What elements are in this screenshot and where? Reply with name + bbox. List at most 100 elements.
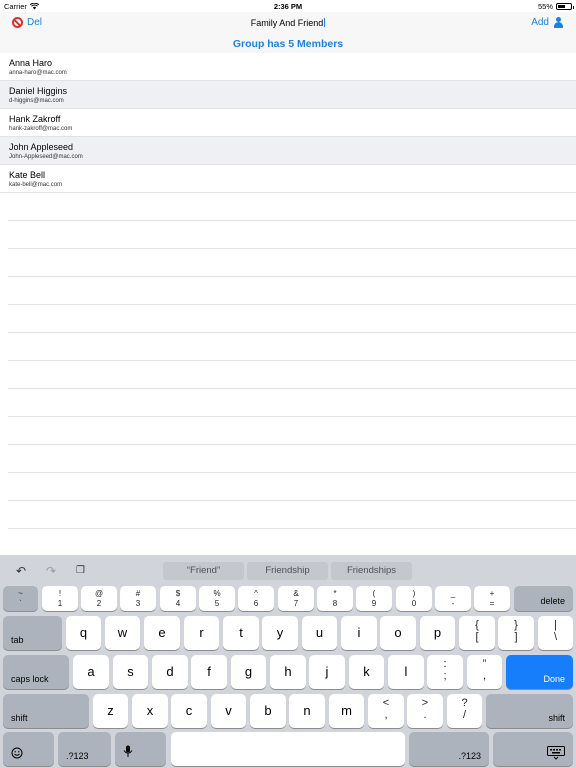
- done-key[interactable]: Done: [506, 655, 573, 689]
- key-a[interactable]: a: [73, 655, 109, 689]
- key-f[interactable]: f: [191, 655, 227, 689]
- numbers-key-left[interactable]: .?123: [58, 732, 111, 766]
- key-9[interactable]: (9: [356, 586, 392, 611]
- suggestion-1[interactable]: “Friend”: [163, 562, 244, 580]
- member-email: kate-bell@mac.com: [9, 182, 63, 188]
- battery-indicator: 55%: [537, 2, 574, 11]
- key-comma[interactable]: <,: [368, 694, 404, 728]
- delete-key[interactable]: delete: [514, 586, 573, 611]
- key-x[interactable]: x: [132, 694, 168, 728]
- member-name: Kate Bell: [9, 170, 46, 180]
- add-label: Add: [531, 17, 549, 28]
- key-quote[interactable]: ”,: [467, 655, 502, 689]
- key-k[interactable]: k: [349, 655, 384, 689]
- member-list[interactable]: Anna Haro anna-haro@mac.com Daniel Higgi…: [0, 53, 576, 553]
- undo-icon[interactable]: ↶: [16, 564, 26, 578]
- status-bar: Carrier 2:36 PM 55%: [0, 0, 576, 12]
- key-r[interactable]: r: [184, 616, 219, 650]
- key-d[interactable]: d: [152, 655, 188, 689]
- list-item[interactable]: John Appleseed John-Appleseed@mac.com: [0, 137, 576, 165]
- key-minus[interactable]: _ -: [435, 586, 471, 611]
- empty-row: [8, 221, 576, 249]
- key-s[interactable]: s: [113, 655, 148, 689]
- key-4[interactable]: $4: [160, 586, 196, 611]
- key-6[interactable]: ^ 6: [238, 586, 274, 611]
- key-b[interactable]: b: [250, 694, 286, 728]
- add-member-button[interactable]: Add: [531, 17, 564, 28]
- key-right-brace[interactable]: }]: [498, 616, 534, 650]
- dictation-key[interactable]: [115, 732, 166, 766]
- keyboard-dismiss-icon: [547, 746, 565, 760]
- key-u[interactable]: u: [302, 616, 337, 650]
- microphone-icon: [123, 745, 133, 757]
- key-backtick[interactable]: ~ `: [3, 586, 38, 611]
- emoji-key[interactable]: [3, 732, 54, 766]
- list-item[interactable]: Anna Haro anna-haro@mac.com: [0, 53, 576, 81]
- key-2[interactable]: @2: [81, 586, 117, 611]
- list-item[interactable]: Kate Bell kate-bell@mac.com: [0, 165, 576, 193]
- key-j[interactable]: j: [309, 655, 345, 689]
- suggestion-2[interactable]: Friendship: [247, 562, 328, 580]
- key-z[interactable]: z: [93, 694, 128, 728]
- empty-row: [8, 473, 576, 501]
- member-name: Hank Zakroff: [9, 114, 61, 124]
- key-e[interactable]: e: [144, 616, 180, 650]
- key-c[interactable]: c: [171, 694, 207, 728]
- left-shift-key[interactable]: shift: [3, 694, 89, 728]
- redo-icon[interactable]: ↷: [46, 564, 56, 578]
- key-t[interactable]: t: [223, 616, 259, 650]
- tab-key[interactable]: tab: [3, 616, 62, 650]
- key-period[interactable]: >.: [407, 694, 443, 728]
- empty-row: [8, 333, 576, 361]
- key-0[interactable]: ) 0: [396, 586, 432, 611]
- paste-icon[interactable]: ❐: [76, 565, 85, 576]
- key-m[interactable]: m: [329, 694, 364, 728]
- key-w[interactable]: w: [105, 616, 140, 650]
- key-backslash[interactable]: | \: [538, 616, 573, 650]
- key-8[interactable]: * 8: [317, 586, 353, 611]
- key-g[interactable]: g: [231, 655, 266, 689]
- member-email: anna-haro@mac.com: [9, 70, 67, 76]
- key-slash[interactable]: ? /: [447, 694, 482, 728]
- key-semicolon[interactable]: :;: [427, 655, 463, 689]
- space-key[interactable]: [171, 732, 405, 766]
- key-3[interactable]: #3: [120, 586, 156, 611]
- key-q[interactable]: q: [66, 616, 101, 650]
- empty-row: [8, 417, 576, 445]
- keyboard-toolbar: ↶ ↷ ❐ “Friend” Friendship Friendships: [0, 555, 576, 585]
- empty-row: [8, 249, 576, 277]
- emoji-icon: [11, 747, 23, 759]
- member-email: hank-zakroff@mac.com: [9, 126, 73, 132]
- dismiss-keyboard-key[interactable]: [493, 732, 573, 766]
- empty-row: [8, 277, 576, 305]
- key-p[interactable]: p: [420, 616, 455, 650]
- caps-lock-key[interactable]: caps lock: [3, 655, 69, 689]
- key-h[interactable]: h: [270, 655, 306, 689]
- group-member-count: Group has 5 Members: [0, 36, 576, 53]
- list-item[interactable]: Hank Zakroff hank-zakroff@mac.com: [0, 109, 576, 137]
- group-name-field[interactable]: Family And Friend: [0, 18, 576, 28]
- key-equals[interactable]: + =: [474, 586, 510, 611]
- numbers-key-right[interactable]: .?123: [409, 732, 489, 766]
- key-i[interactable]: i: [341, 616, 377, 650]
- key-y[interactable]: y: [262, 616, 298, 650]
- key-7[interactable]: & 7: [278, 586, 314, 611]
- key-n[interactable]: n: [289, 694, 325, 728]
- empty-row: [8, 305, 576, 333]
- list-item[interactable]: Daniel Higgins d-higgins@mac.com: [0, 81, 576, 109]
- key-left-brace[interactable]: {[: [459, 616, 495, 650]
- suggestion-3[interactable]: Friendships: [331, 562, 412, 580]
- right-shift-key[interactable]: shift: [486, 694, 573, 728]
- member-name: Daniel Higgins: [9, 86, 68, 96]
- key-o[interactable]: o: [380, 616, 416, 650]
- key-1[interactable]: ! 1: [42, 586, 78, 611]
- navigation-bar: Del Family And Friend Add: [0, 12, 576, 36]
- clock: 2:36 PM: [273, 2, 303, 11]
- battery-icon: [556, 3, 574, 10]
- key-5[interactable]: % 5: [199, 586, 235, 611]
- text-cursor: [324, 18, 326, 27]
- key-v[interactable]: v: [211, 694, 246, 728]
- battery-percent: 55%: [537, 2, 553, 11]
- group-name-text: Family And Friend: [250, 18, 324, 28]
- key-l[interactable]: l: [388, 655, 424, 689]
